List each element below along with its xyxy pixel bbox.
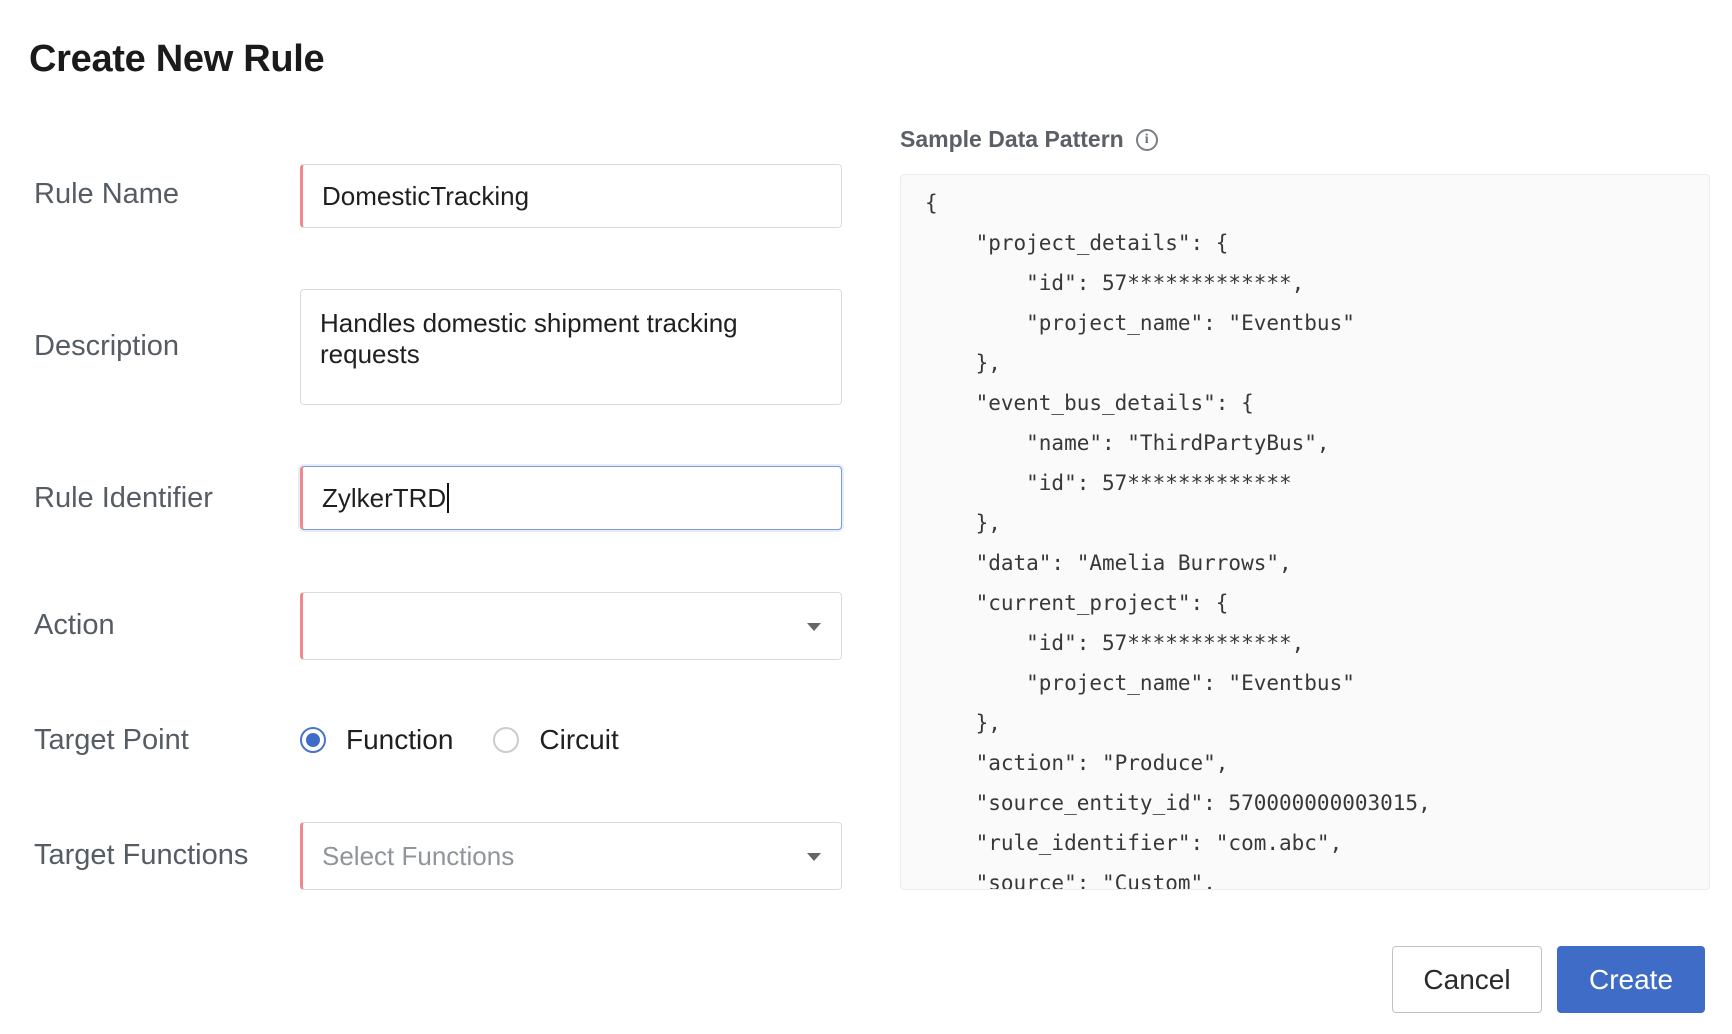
radio-circuit-label: Circuit <box>539 724 619 755</box>
info-icon[interactable]: i <box>1135 128 1158 151</box>
rule-identifier-input[interactable]: ZylkerTRD <box>300 466 842 530</box>
radio-function[interactable]: Function <box>300 724 453 756</box>
target-functions-select[interactable]: Select Functions <box>300 822 842 890</box>
create-button[interactable]: Create <box>1557 946 1705 1013</box>
code-line: { <box>925 191 938 215</box>
create-rule-dialog: Create New Rule Rule Name DomesticTracki… <box>0 0 1732 1034</box>
code-line: "id": 57************* <box>925 471 1292 495</box>
code-line: "project_name": "Eventbus" <box>925 671 1355 695</box>
description-textarea[interactable]: Handles domestic shipment tracking reque… <box>300 289 842 405</box>
code-line: }, <box>925 351 1001 375</box>
code-line: "rule_identifier": "com.abc", <box>925 831 1343 855</box>
radio-unchecked-icon <box>493 727 520 753</box>
rule-name-input[interactable]: DomesticTracking <box>300 164 842 228</box>
code-line: "source": "Custom", <box>925 871 1216 890</box>
code-line: "project_name": "Eventbus" <box>925 311 1355 335</box>
action-select[interactable] <box>300 592 842 660</box>
radio-function-label: Function <box>346 724 454 755</box>
code-line: "event_bus_details": { <box>925 391 1254 415</box>
code-line: }, <box>925 711 1001 735</box>
sample-data-pattern-title: Sample Data Pattern <box>900 126 1124 152</box>
chevron-down-icon <box>807 623 821 631</box>
code-line: "source_entity_id": 570000000003015, <box>925 791 1431 815</box>
action-label: Action <box>34 609 115 641</box>
target-point-label: Target Point <box>34 724 189 756</box>
description-value: Handles domestic shipment tracking reque… <box>320 308 738 369</box>
code-line: "id": 57*************, <box>925 271 1305 295</box>
radio-circuit[interactable]: Circuit <box>493 724 619 756</box>
rule-name-value: DomesticTracking <box>322 180 530 211</box>
target-functions-placeholder: Select Functions <box>322 840 515 871</box>
code-line: "data": "Amelia Burrows", <box>925 551 1292 575</box>
page-title: Create New Rule <box>29 38 325 80</box>
description-label: Description <box>34 330 180 362</box>
rule-identifier-value: ZylkerTRD <box>322 482 447 513</box>
code-line: }, <box>925 511 1001 535</box>
sample-data-code-panel[interactable]: { "project_details": { "id": 57*********… <box>900 174 1710 890</box>
code-line: "current_project": { <box>925 591 1229 615</box>
sample-data-pattern-label: Sample Data Pattern i <box>900 126 1158 153</box>
rule-name-label: Rule Name <box>34 178 180 210</box>
code-line: "name": "ThirdPartyBus", <box>925 431 1330 455</box>
rule-identifier-label: Rule Identifier <box>34 482 213 514</box>
code-line: "project_details": { <box>925 231 1229 255</box>
target-functions-label: Target Functions <box>34 839 249 871</box>
code-line: "action": "Produce", <box>925 751 1229 775</box>
code-line: "id": 57*************, <box>925 631 1305 655</box>
cancel-button[interactable]: Cancel <box>1392 946 1542 1013</box>
radio-checked-icon <box>300 727 326 753</box>
text-caret <box>447 483 450 513</box>
target-point-radio-group: Function Circuit <box>300 724 659 756</box>
chevron-down-icon <box>807 853 821 861</box>
